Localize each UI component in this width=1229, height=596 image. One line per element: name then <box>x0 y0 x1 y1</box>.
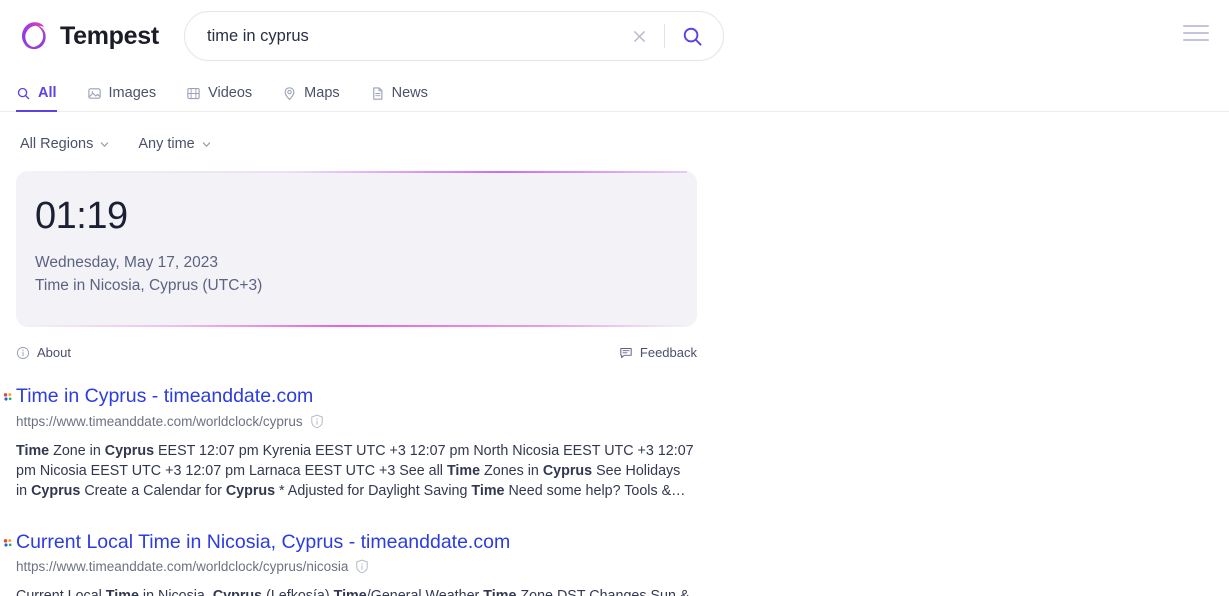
time-filter-dropdown[interactable]: Any time <box>138 136 211 152</box>
page-header: Tempest <box>0 0 1229 72</box>
feedback-label: Feedback <box>639 345 697 361</box>
time-filter-label: Any time <box>138 136 195 152</box>
filter-row: All Regions Any time <box>0 112 1229 158</box>
image-icon <box>87 86 102 101</box>
result-title-link[interactable]: Time in Cyprus - timeanddate.com <box>16 384 313 408</box>
search-bar[interactable] <box>184 11 724 61</box>
clear-search-button[interactable] <box>624 21 654 51</box>
card-meta-row: About Feedback <box>16 345 697 360</box>
search-tabs: All Images Videos Maps News <box>0 72 1229 112</box>
brand-logo[interactable]: Tempest <box>16 19 184 53</box>
close-icon <box>633 30 645 42</box>
search-icon <box>683 27 702 46</box>
chevron-down-icon <box>101 141 109 147</box>
chevron-down-icon <box>202 141 210 147</box>
result-snippet: Time Zone in Cyprus EEST 12:07 pm Kyreni… <box>16 442 694 500</box>
map-pin-icon <box>282 86 297 101</box>
tab-label: Maps <box>304 85 340 101</box>
region-filter-dropdown[interactable]: All Regions <box>20 136 110 152</box>
info-circle-icon <box>16 346 30 359</box>
hamburger-line <box>1183 25 1209 27</box>
tab-maps[interactable]: Maps <box>282 85 340 112</box>
about-link[interactable]: About <box>16 345 71 360</box>
search-icon <box>16 86 31 101</box>
feedback-bubble-icon <box>620 347 632 359</box>
search-result-item: Current Local Time in Nicosia, Cyprus - … <box>3 530 716 596</box>
shield-info-icon[interactable] <box>310 414 324 429</box>
result-url: https://www.timeanddate.com/worldclock/c… <box>16 414 716 429</box>
tab-news[interactable]: News <box>370 85 428 112</box>
current-date: Wednesday, May 17, 2023 <box>35 253 218 271</box>
tab-label: Videos <box>208 85 253 101</box>
tab-label: News <box>391 85 428 101</box>
search-divider <box>664 24 665 48</box>
shield-info-icon[interactable] <box>355 559 369 574</box>
search-submit-button[interactable] <box>675 19 709 53</box>
current-time: 01:19 <box>35 195 128 237</box>
hamburger-line <box>1183 32 1209 34</box>
region-filter-label: All Regions <box>20 136 94 152</box>
tab-all[interactable]: All <box>16 85 57 112</box>
timeanddate-favicon <box>3 393 12 401</box>
hamburger-menu-icon[interactable] <box>1183 22 1209 44</box>
search-result-item: Time in Cyprus - timeanddate.com https:/… <box>3 384 716 501</box>
news-document-icon <box>370 86 385 101</box>
result-url: https://www.timeanddate.com/worldclock/c… <box>16 559 716 574</box>
main-content: 01:19 Wednesday, May 17, 2023 Time in Ni… <box>0 171 1229 596</box>
result-url-text: https://www.timeanddate.com/worldclock/c… <box>16 413 303 429</box>
tab-label: All <box>38 85 57 101</box>
result-url-text: https://www.timeanddate.com/worldclock/c… <box>16 559 349 575</box>
about-label: About <box>37 345 71 361</box>
tempest-swirl-logo-icon <box>22 22 46 50</box>
search-results: Time in Cyprus - timeanddate.com https:/… <box>3 384 716 596</box>
result-snippet: Current Local Time in Nicosia, Cyprus (L… <box>16 586 694 596</box>
video-icon <box>186 86 201 101</box>
hamburger-line <box>1183 39 1209 41</box>
tab-label: Images <box>108 85 157 101</box>
timeanddate-favicon <box>3 538 12 547</box>
timezone-location: Time in Nicosia, Cyprus (UTC+3) <box>35 277 263 295</box>
time-answer-card: 01:19 Wednesday, May 17, 2023 Time in Ni… <box>16 171 697 328</box>
feedback-link[interactable]: Feedback <box>619 345 697 360</box>
result-title-link[interactable]: Current Local Time in Nicosia, Cyprus - … <box>16 530 510 554</box>
tab-videos[interactable]: Videos <box>186 85 252 112</box>
search-input[interactable] <box>207 26 624 46</box>
brand-name: Tempest <box>60 21 159 50</box>
tab-images[interactable]: Images <box>87 85 157 112</box>
